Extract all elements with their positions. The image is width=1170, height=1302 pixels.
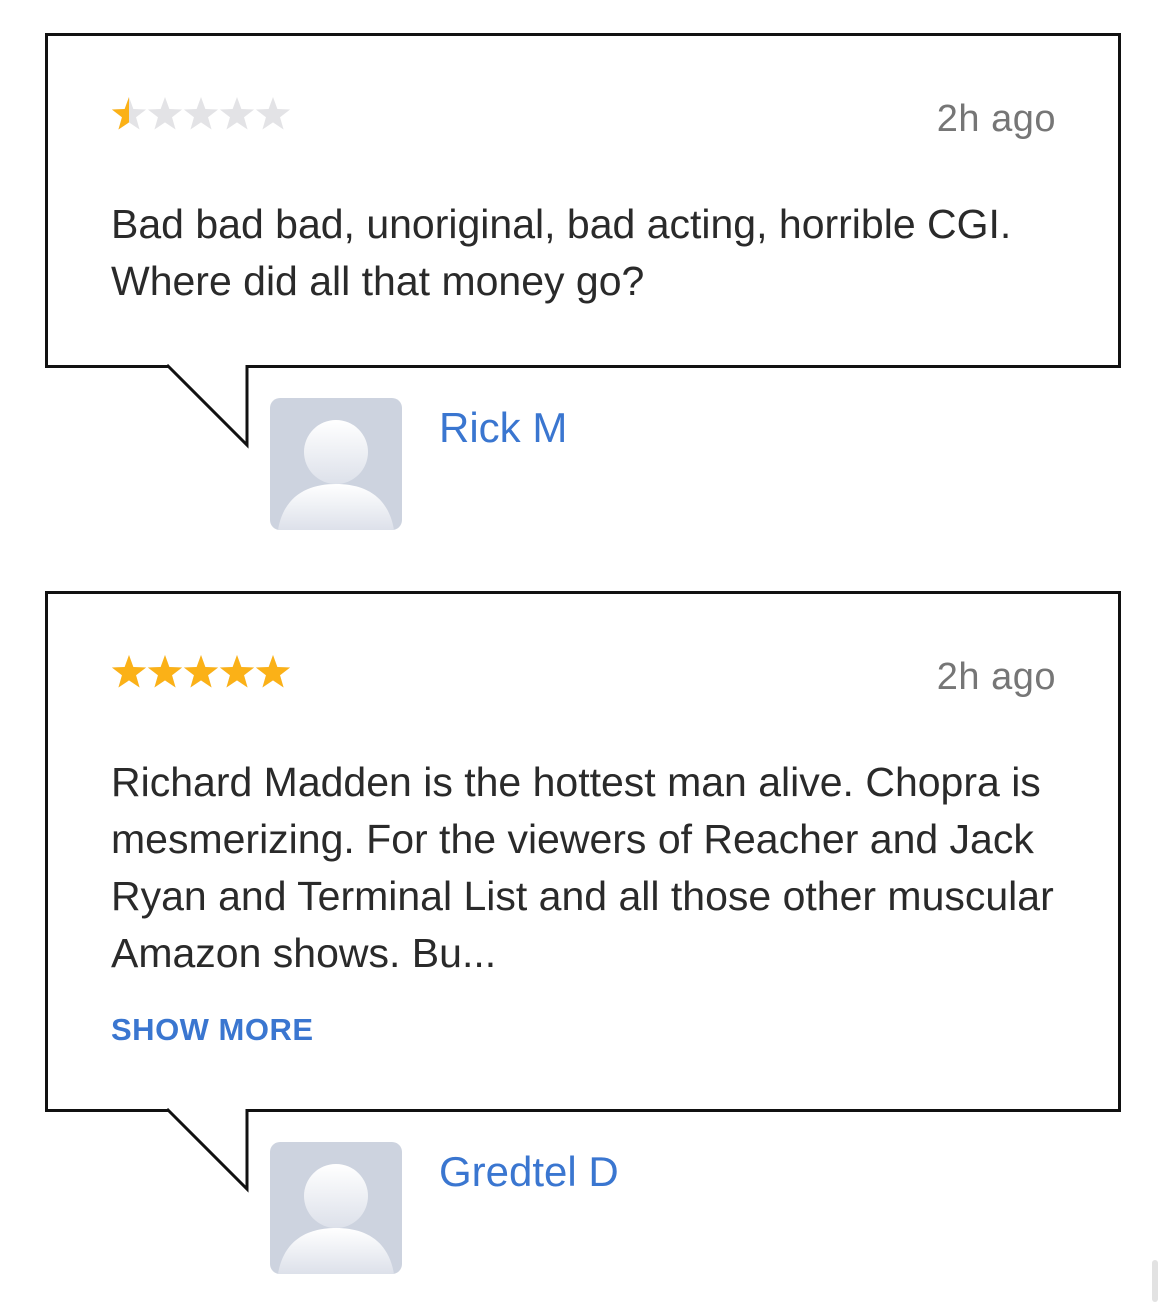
default-user-avatar-icon: [278, 1164, 394, 1274]
star-icon: [255, 97, 291, 130]
review-timestamp: 2h ago: [936, 656, 1056, 698]
speech-bubble-tail: [165, 363, 249, 449]
author-name-link[interactable]: Rick M: [439, 404, 567, 452]
scrollbar[interactable]: [1152, 1260, 1158, 1302]
star-icon: [255, 655, 291, 688]
star-icon: [219, 655, 255, 688]
review-timestamp: 2h ago: [936, 98, 1056, 140]
show-more-button[interactable]: SHOW MORE: [111, 1012, 314, 1048]
star-icon: [147, 97, 183, 130]
star-icon: [111, 97, 147, 130]
star-icon: [219, 97, 255, 130]
avatar[interactable]: [270, 398, 402, 530]
star-icon: [111, 655, 147, 688]
review-bubble: 2h ago Richard Madden is the hottest man…: [45, 591, 1121, 1112]
default-user-avatar-icon: [278, 420, 394, 530]
star-icon: [147, 655, 183, 688]
star-icon: [183, 655, 219, 688]
author-name-link[interactable]: Gredtel D: [439, 1148, 619, 1196]
star-rating: [111, 97, 291, 130]
review-text: Richard Madden is the hottest man alive.…: [111, 759, 1054, 976]
review-text: Bad bad bad, unoriginal, bad acting, hor…: [111, 201, 1012, 304]
avatar[interactable]: [270, 1142, 402, 1274]
speech-bubble-tail: [165, 1107, 249, 1193]
star-icon: [183, 97, 219, 130]
star-rating: [111, 655, 291, 688]
review-bubble: 2h ago Bad bad bad, unoriginal, bad acti…: [45, 33, 1121, 368]
